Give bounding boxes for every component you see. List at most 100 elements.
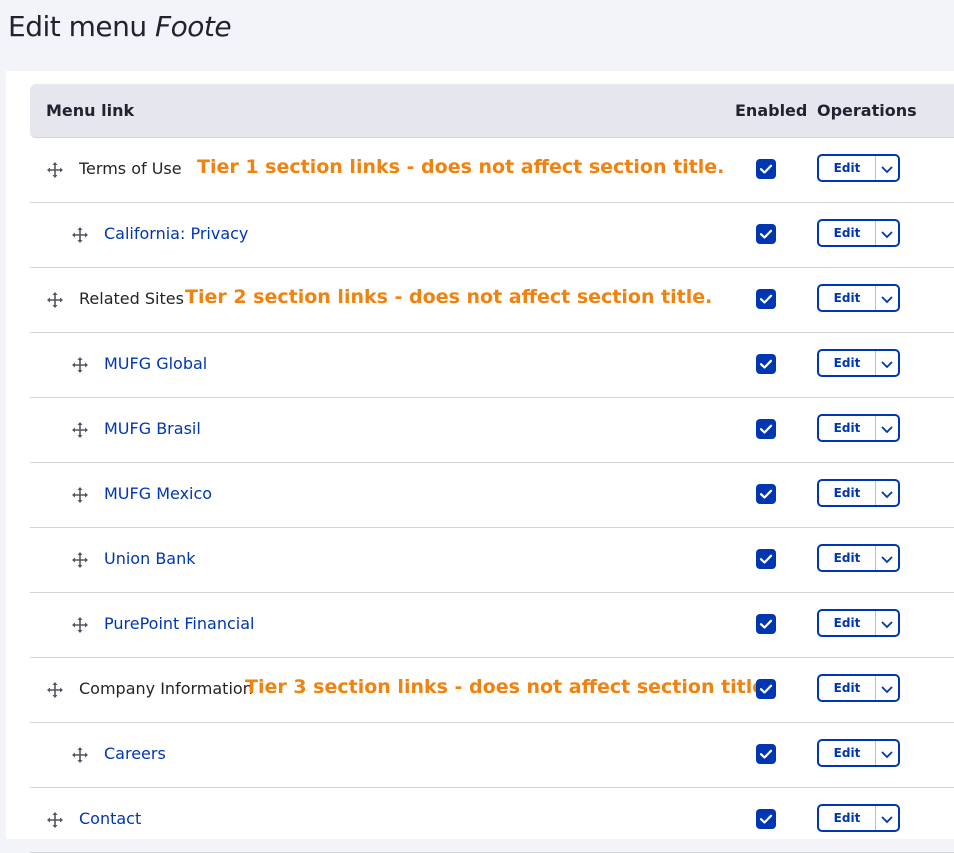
checkmark-icon — [757, 290, 775, 308]
page-title-menu-name: Footer — [155, 10, 232, 43]
edit-button[interactable]: Edit — [819, 546, 876, 570]
operations-dropbutton: Edit — [817, 674, 900, 702]
chevron-down-icon — [881, 354, 893, 373]
header-operations: Operations — [817, 101, 917, 120]
operations-toggle-button[interactable] — [876, 676, 898, 700]
table-body: Terms of Use Tier 1 section links - does … — [30, 138, 954, 853]
operations-toggle-button[interactable] — [876, 416, 898, 440]
table-row: Related Sites Tier 2 section links - does… — [30, 268, 954, 333]
drag-handle-icon[interactable] — [46, 681, 64, 699]
chevron-down-icon — [881, 419, 893, 438]
drag-handle-icon[interactable] — [46, 161, 64, 179]
menu-link-label[interactable]: Union Bank — [104, 549, 196, 568]
enabled-checkbox[interactable] — [757, 745, 775, 763]
chevron-down-icon — [881, 549, 893, 568]
operations-toggle-button[interactable] — [876, 611, 898, 635]
operations-dropbutton: Edit — [817, 739, 900, 767]
menu-link-label: Terms of Use — [79, 159, 182, 178]
enabled-checkbox[interactable] — [757, 485, 775, 503]
checkmark-icon — [757, 550, 775, 568]
checkmark-icon — [757, 160, 775, 178]
chevron-down-icon — [881, 224, 893, 243]
operations-dropbutton: Edit — [817, 544, 900, 572]
operations-toggle-button[interactable] — [876, 221, 898, 245]
edit-button[interactable]: Edit — [819, 611, 876, 635]
table-row: Careers Edit — [30, 723, 954, 788]
edit-button[interactable]: Edit — [819, 221, 876, 245]
checkmark-icon — [757, 810, 775, 828]
drag-handle-icon[interactable] — [46, 291, 64, 309]
menu-link-label[interactable]: Contact — [79, 809, 141, 828]
menu-link-label: Related Sites — [79, 289, 184, 308]
drag-handle-icon[interactable] — [71, 486, 89, 504]
operations-toggle-button[interactable] — [876, 286, 898, 310]
checkmark-icon — [757, 225, 775, 243]
table-row: MUFG Mexico Edit — [30, 463, 954, 528]
chevron-down-icon — [881, 614, 893, 633]
drag-handle-icon[interactable] — [71, 616, 89, 634]
enabled-checkbox[interactable] — [757, 550, 775, 568]
edit-button[interactable]: Edit — [819, 156, 876, 180]
checkmark-icon — [757, 355, 775, 373]
enabled-checkbox[interactable] — [757, 160, 775, 178]
operations-toggle-button[interactable] — [876, 806, 898, 830]
menu-link-label[interactable]: Careers — [104, 744, 166, 763]
menu-link-label[interactable]: MUFG Brasil — [104, 419, 201, 438]
ghost-breadcrumb: site-information-links — [52, 0, 200, 4]
operations-dropbutton: Edit — [817, 804, 900, 832]
operations-toggle-button[interactable] — [876, 546, 898, 570]
drag-handle-icon[interactable] — [71, 421, 89, 439]
page-title-prefix: Edit menu — [8, 10, 156, 43]
operations-dropbutton: Edit — [817, 609, 900, 637]
checkmark-icon — [757, 420, 775, 438]
enabled-checkbox[interactable] — [757, 290, 775, 308]
table-row: Terms of Use Tier 1 section links - does … — [30, 138, 954, 203]
table-row: MUFG Brasil Edit — [30, 398, 954, 463]
enabled-checkbox[interactable] — [757, 225, 775, 243]
chevron-down-icon — [881, 289, 893, 308]
operations-dropbutton: Edit — [817, 479, 900, 507]
header-menu-link: Menu link — [46, 101, 135, 120]
menu-link-label[interactable]: PurePoint Financial — [104, 614, 254, 633]
drag-handle-icon[interactable] — [46, 811, 64, 829]
table-row: California: Privacy Edit — [30, 203, 954, 268]
enabled-checkbox[interactable] — [757, 615, 775, 633]
chevron-down-icon — [881, 679, 893, 698]
checkmark-icon — [757, 615, 775, 633]
table-header: Menu link Enabled Operations — [30, 84, 954, 138]
edit-button[interactable]: Edit — [819, 806, 876, 830]
operations-toggle-button[interactable] — [876, 481, 898, 505]
drag-handle-icon[interactable] — [71, 226, 89, 244]
operations-dropbutton: Edit — [817, 154, 900, 182]
operations-dropbutton: Edit — [817, 414, 900, 442]
drag-handle-icon[interactable] — [71, 746, 89, 764]
page-title-area: site-information-links Edit menu Footer — [0, 0, 232, 60]
edit-button[interactable]: Edit — [819, 741, 876, 765]
menu-link-label[interactable]: MUFG Global — [104, 354, 207, 373]
content-panel: Menu link Enabled Operations Terms of Us… — [6, 71, 954, 853]
section-note: Tier 3 section links - does not affect s… — [245, 676, 773, 698]
enabled-checkbox[interactable] — [757, 420, 775, 438]
menu-link-label[interactable]: California: Privacy — [104, 224, 248, 243]
enabled-checkbox[interactable] — [757, 680, 775, 698]
section-note: Tier 1 section links - does not affect s… — [197, 156, 725, 178]
menu-link-label[interactable]: MUFG Mexico — [104, 484, 212, 503]
edit-button[interactable]: Edit — [819, 481, 876, 505]
edit-button[interactable]: Edit — [819, 416, 876, 440]
drag-handle-icon[interactable] — [71, 356, 89, 374]
table-row: Company Information Tier 3 section links … — [30, 658, 954, 723]
drag-handle-icon[interactable] — [71, 551, 89, 569]
enabled-checkbox[interactable] — [757, 355, 775, 373]
table-row: Contact Edit — [30, 788, 954, 853]
checkmark-icon — [757, 745, 775, 763]
edit-button[interactable]: Edit — [819, 351, 876, 375]
table-row: MUFG Global Edit — [30, 333, 954, 398]
enabled-checkbox[interactable] — [757, 810, 775, 828]
edit-button[interactable]: Edit — [819, 286, 876, 310]
checkmark-icon — [757, 485, 775, 503]
operations-toggle-button[interactable] — [876, 351, 898, 375]
header-enabled: Enabled — [735, 101, 808, 120]
edit-button[interactable]: Edit — [819, 676, 876, 700]
operations-toggle-button[interactable] — [876, 156, 898, 180]
operations-toggle-button[interactable] — [876, 741, 898, 765]
